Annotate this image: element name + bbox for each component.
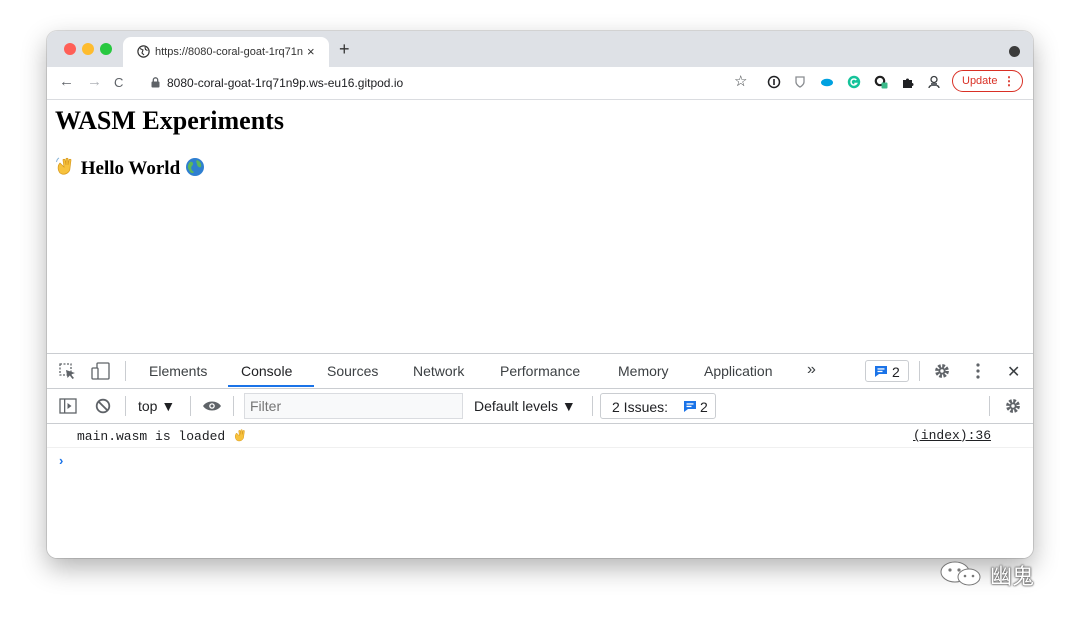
devtools-panel: Elements Console Sources Network Perform… bbox=[47, 353, 1033, 558]
clear-console-icon[interactable] bbox=[95, 398, 111, 414]
issues-counter-button[interactable]: 2 bbox=[865, 360, 909, 382]
toolbar-divider bbox=[919, 361, 920, 381]
profile-icon[interactable] bbox=[927, 75, 941, 89]
grammarly-icon[interactable] bbox=[847, 75, 861, 89]
close-window-button[interactable] bbox=[64, 43, 76, 55]
browser-tab-active[interactable]: https://8080-coral-goat-1rq71n × bbox=[123, 37, 329, 67]
issues-button[interactable]: 2 Issues: 2 bbox=[600, 393, 716, 419]
watermark-text: 幽鬼 bbox=[990, 565, 1035, 590]
tab-application[interactable]: Application bbox=[704, 363, 773, 379]
globe-emoji-icon bbox=[185, 158, 204, 176]
menu-dots-icon: ⋮ bbox=[1003, 74, 1015, 88]
issues-label: 2 Issues: bbox=[612, 399, 669, 415]
issues-count: 2 bbox=[700, 399, 708, 415]
eye-icon[interactable] bbox=[202, 400, 222, 412]
address-bar[interactable]: 8080-coral-goat-1rq71n9p.ws-eu16.gitpod.… bbox=[143, 71, 733, 95]
meta-mask-icon[interactable] bbox=[874, 75, 888, 89]
tab-elements[interactable]: Elements bbox=[149, 363, 207, 379]
wechat-watermark: 幽鬼 bbox=[934, 558, 1049, 590]
toolbar-divider bbox=[125, 396, 126, 416]
toolbar-divider bbox=[190, 396, 191, 416]
toolbar-divider bbox=[233, 396, 234, 416]
issues-count: 2 bbox=[892, 364, 900, 380]
globe-icon bbox=[137, 45, 150, 58]
tab-performance[interactable]: Performance bbox=[500, 363, 580, 379]
console-settings-gear-icon[interactable] bbox=[1004, 397, 1022, 415]
message-text: main.wasm is loaded bbox=[77, 429, 226, 444]
message-icon bbox=[875, 366, 887, 377]
inspect-element-icon[interactable] bbox=[59, 363, 77, 380]
tab-memory[interactable]: Memory bbox=[618, 363, 669, 379]
url-text: 8080-coral-goat-1rq71n9p.ws-eu16.gitpod.… bbox=[167, 76, 404, 90]
console-toolbar: top ▼ Default levels ▼ 2 Issues: 2 bbox=[47, 389, 1033, 424]
puzzle-icon[interactable] bbox=[901, 75, 915, 89]
active-tab-indicator bbox=[228, 385, 314, 387]
toolbar-divider bbox=[989, 396, 990, 416]
kebab-menu-icon[interactable] bbox=[975, 362, 981, 380]
update-button[interactable]: Update ⋮ bbox=[952, 70, 1023, 92]
toolbar-divider bbox=[592, 396, 593, 416]
settings-gear-icon[interactable] bbox=[933, 362, 951, 380]
tab-title: https://8080-coral-goat-1rq71n bbox=[155, 46, 303, 58]
console-message: main.wasm is loaded (index):36 bbox=[47, 424, 1033, 448]
tab-close-icon[interactable]: × bbox=[307, 44, 315, 59]
update-label: Update bbox=[962, 75, 998, 87]
close-devtools-icon[interactable]: ✕ bbox=[1007, 362, 1020, 382]
tab-strip: https://8080-coral-goat-1rq71n × + bbox=[47, 31, 1033, 67]
bookmark-star-icon[interactable]: ☆ bbox=[734, 72, 747, 90]
page-viewport: WASM Experiments Hello World bbox=[47, 100, 1033, 353]
shield-extension-icon[interactable] bbox=[793, 75, 807, 89]
page-subheading: Hello World bbox=[55, 156, 205, 180]
message-icon bbox=[684, 401, 696, 412]
page-heading: WASM Experiments bbox=[55, 106, 284, 135]
hello-world-text: Hello World bbox=[80, 158, 181, 179]
browser-window: https://8080-coral-goat-1rq71n × + ← → C… bbox=[47, 31, 1033, 558]
device-toolbar-icon[interactable] bbox=[91, 362, 111, 380]
more-tabs-button[interactable]: » bbox=[807, 361, 816, 379]
devtools-tab-bar: Elements Console Sources Network Perform… bbox=[47, 354, 1033, 389]
console-filter-input[interactable] bbox=[244, 393, 463, 419]
wechat-logo-icon bbox=[940, 561, 981, 586]
tab-console[interactable]: Console bbox=[241, 363, 292, 379]
toolbar-divider bbox=[125, 361, 126, 381]
console-source-link[interactable]: (index):36 bbox=[913, 428, 991, 443]
forward-button[interactable]: → bbox=[87, 73, 102, 90]
log-levels-select[interactable]: Default levels ▼ bbox=[474, 398, 576, 414]
wave-emoji-icon bbox=[56, 157, 72, 175]
console-message-text: main.wasm is loaded bbox=[77, 428, 248, 444]
browser-toolbar: ← → C 8080-coral-goat-1rq71n9p.ws-eu16.g… bbox=[47, 67, 1033, 100]
tab-search-icon[interactable] bbox=[1009, 46, 1020, 57]
tab-sources[interactable]: Sources bbox=[327, 363, 378, 379]
new-tab-button[interactable]: + bbox=[339, 40, 350, 58]
minimize-window-button[interactable] bbox=[82, 43, 94, 55]
back-button[interactable]: ← bbox=[59, 73, 74, 90]
salesforce-icon[interactable] bbox=[820, 75, 834, 89]
execution-context-select[interactable]: top ▼ bbox=[138, 398, 175, 414]
wave-emoji-icon bbox=[235, 429, 245, 442]
maximize-window-button[interactable] bbox=[100, 43, 112, 55]
info-icon[interactable] bbox=[767, 75, 781, 89]
reload-button[interactable]: C bbox=[114, 75, 123, 90]
lock-icon bbox=[151, 77, 160, 88]
tab-network[interactable]: Network bbox=[413, 363, 464, 379]
sidebar-toggle-icon[interactable] bbox=[59, 398, 77, 414]
console-prompt[interactable]: › bbox=[59, 453, 63, 468]
